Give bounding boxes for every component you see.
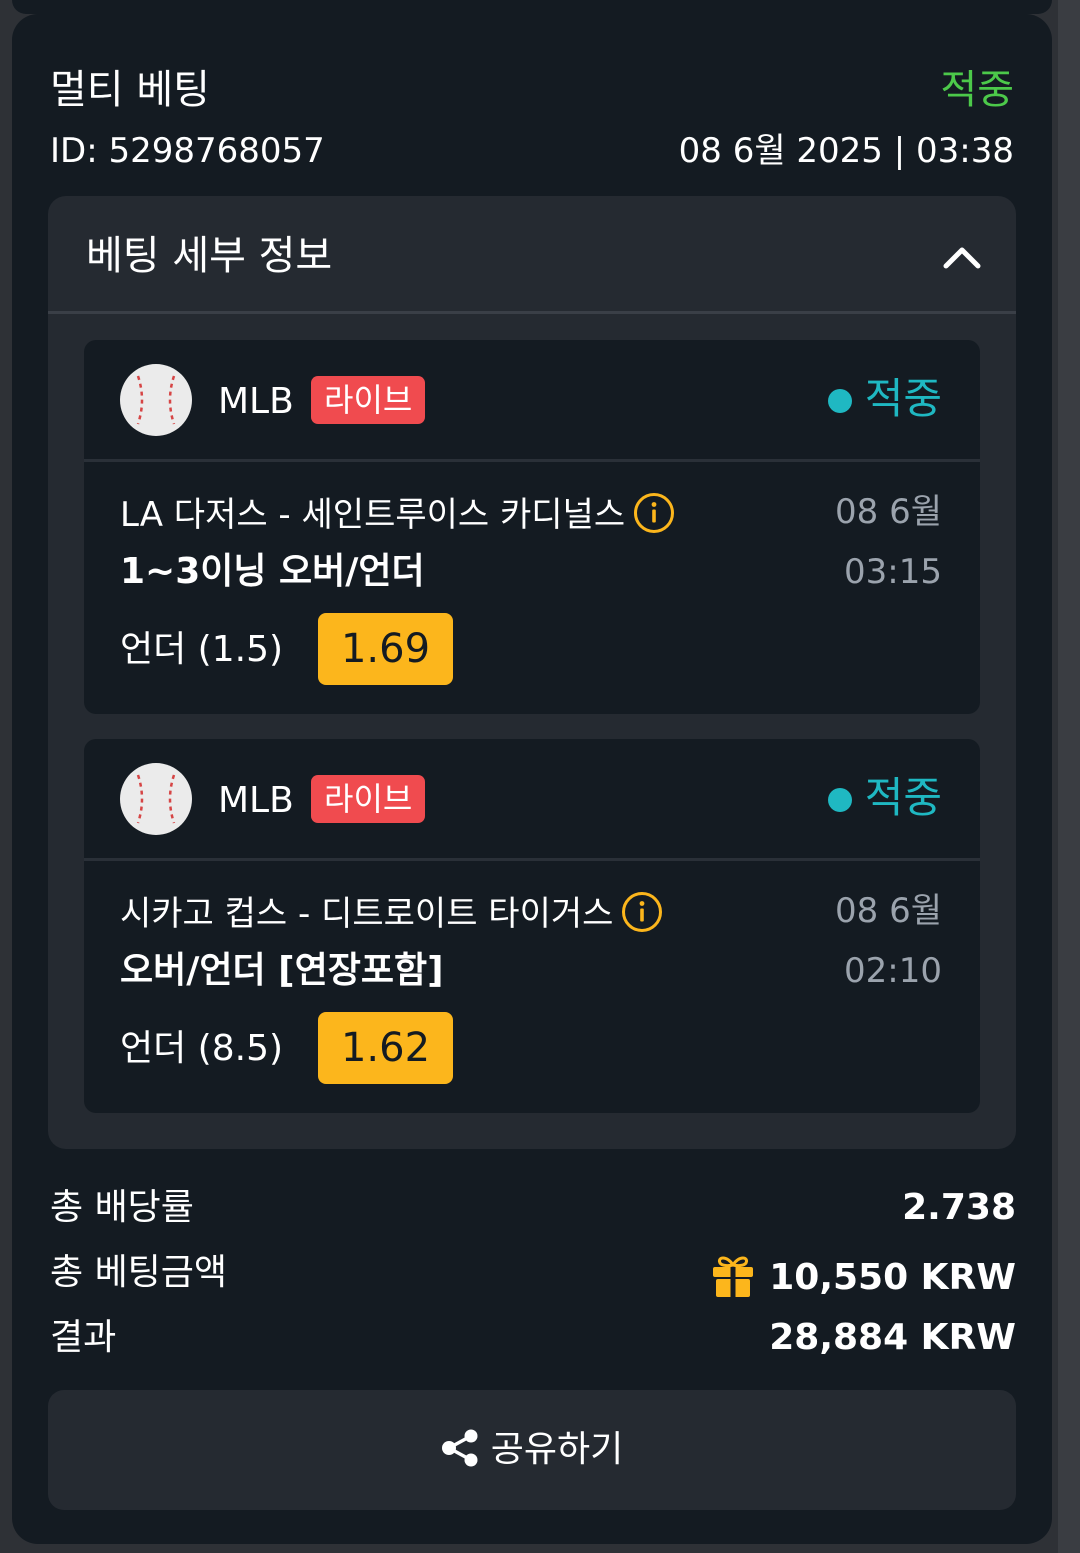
status-dot	[828, 389, 852, 413]
selection-card: MLB 라이브 적중 LA 다저스 - 세인트루이스 카디널스 1~3이닝 오버…	[84, 340, 980, 714]
baseball-icon	[120, 763, 192, 835]
match-teams: LA 다저스 - 세인트루이스 카디널스	[120, 495, 626, 535]
info-icon[interactable]	[633, 492, 675, 534]
bet-status: 적중	[940, 67, 1014, 113]
share-icon	[441, 1429, 478, 1467]
bet-type-title: 멀티 베팅	[50, 67, 210, 113]
total-odds-label: 총 배당률	[50, 1187, 194, 1228]
total-stake-amount: 10,550 KRW	[769, 1257, 1016, 1298]
total-odds-row: 총 배당률 2.738	[50, 1186, 1016, 1236]
event-date: 08 6월	[835, 891, 942, 931]
pick-label: 언더 (1.5)	[120, 629, 284, 670]
league-name: MLB	[218, 381, 294, 422]
bet-details-header[interactable]: 베팅 세부 정보	[48, 196, 1016, 314]
odds-badge: 1.62	[318, 1012, 453, 1084]
bet-card: 멀티 베팅 적중 ID: 5298768057 08 6월 2025 | 03:…	[12, 14, 1052, 1544]
live-badge: 라이브	[311, 376, 426, 424]
match-teams: 시카고 컵스 - 디트로이트 타이거스	[120, 894, 614, 934]
match-name: LA 다저스 - 세인트루이스 카디널스	[120, 492, 675, 536]
bet-id: ID: 5298768057	[50, 131, 325, 171]
selection-status: 적중	[864, 374, 942, 423]
total-stake-row: 총 베팅금액 10,550 KRW	[50, 1251, 1016, 1301]
scrollbar[interactable]	[1058, 0, 1080, 1553]
selection-status: 적중	[864, 773, 942, 822]
bet-details-title: 베팅 세부 정보	[86, 233, 333, 279]
bet-datetime: 08 6월 2025 | 03:38	[678, 131, 1014, 171]
live-badge: 라이브	[311, 775, 426, 823]
match-name: 시카고 컵스 - 디트로이트 타이거스	[120, 891, 663, 935]
result-value: 28,884 KRW	[769, 1317, 1016, 1358]
selection-header: MLB 라이브 적중	[84, 739, 980, 861]
result-label: 결과	[50, 1317, 117, 1358]
total-odds-value: 2.738	[902, 1187, 1016, 1228]
share-label: 공유하기	[490, 1429, 624, 1470]
previous-card-edge	[12, 0, 1052, 14]
odds-badge: 1.69	[318, 613, 453, 685]
event-date: 08 6월	[835, 492, 942, 532]
pick-label: 언더 (8.5)	[120, 1028, 284, 1069]
bet-details-panel: 베팅 세부 정보 MLB 라이브 적중 LA 다저스 - 세인트루이스 카디널스	[48, 196, 1016, 1149]
event-time: 03:15	[844, 552, 942, 592]
league-name: MLB	[218, 780, 294, 821]
gift-icon	[713, 1256, 754, 1297]
market-name: 오버/언더 [연장포함]	[120, 950, 444, 991]
selection-header: MLB 라이브 적중	[84, 340, 980, 462]
selection-card: MLB 라이브 적중 시카고 컵스 - 디트로이트 타이거스 오버/언더 [연장…	[84, 739, 980, 1113]
chevron-up-icon[interactable]	[942, 240, 982, 272]
total-stake-value: 10,550 KRW	[711, 1251, 1016, 1299]
share-button-content: 공유하기	[48, 1390, 1016, 1510]
market-name: 1~3이닝 오버/언더	[120, 551, 425, 592]
baseball-icon	[120, 364, 192, 436]
info-icon[interactable]	[621, 891, 663, 933]
status-dot	[828, 788, 852, 812]
total-stake-label: 총 베팅금액	[50, 1252, 228, 1293]
event-time: 02:10	[844, 951, 942, 991]
result-row: 결과 28,884 KRW	[50, 1316, 1016, 1366]
share-button[interactable]: 공유하기	[48, 1390, 1016, 1510]
